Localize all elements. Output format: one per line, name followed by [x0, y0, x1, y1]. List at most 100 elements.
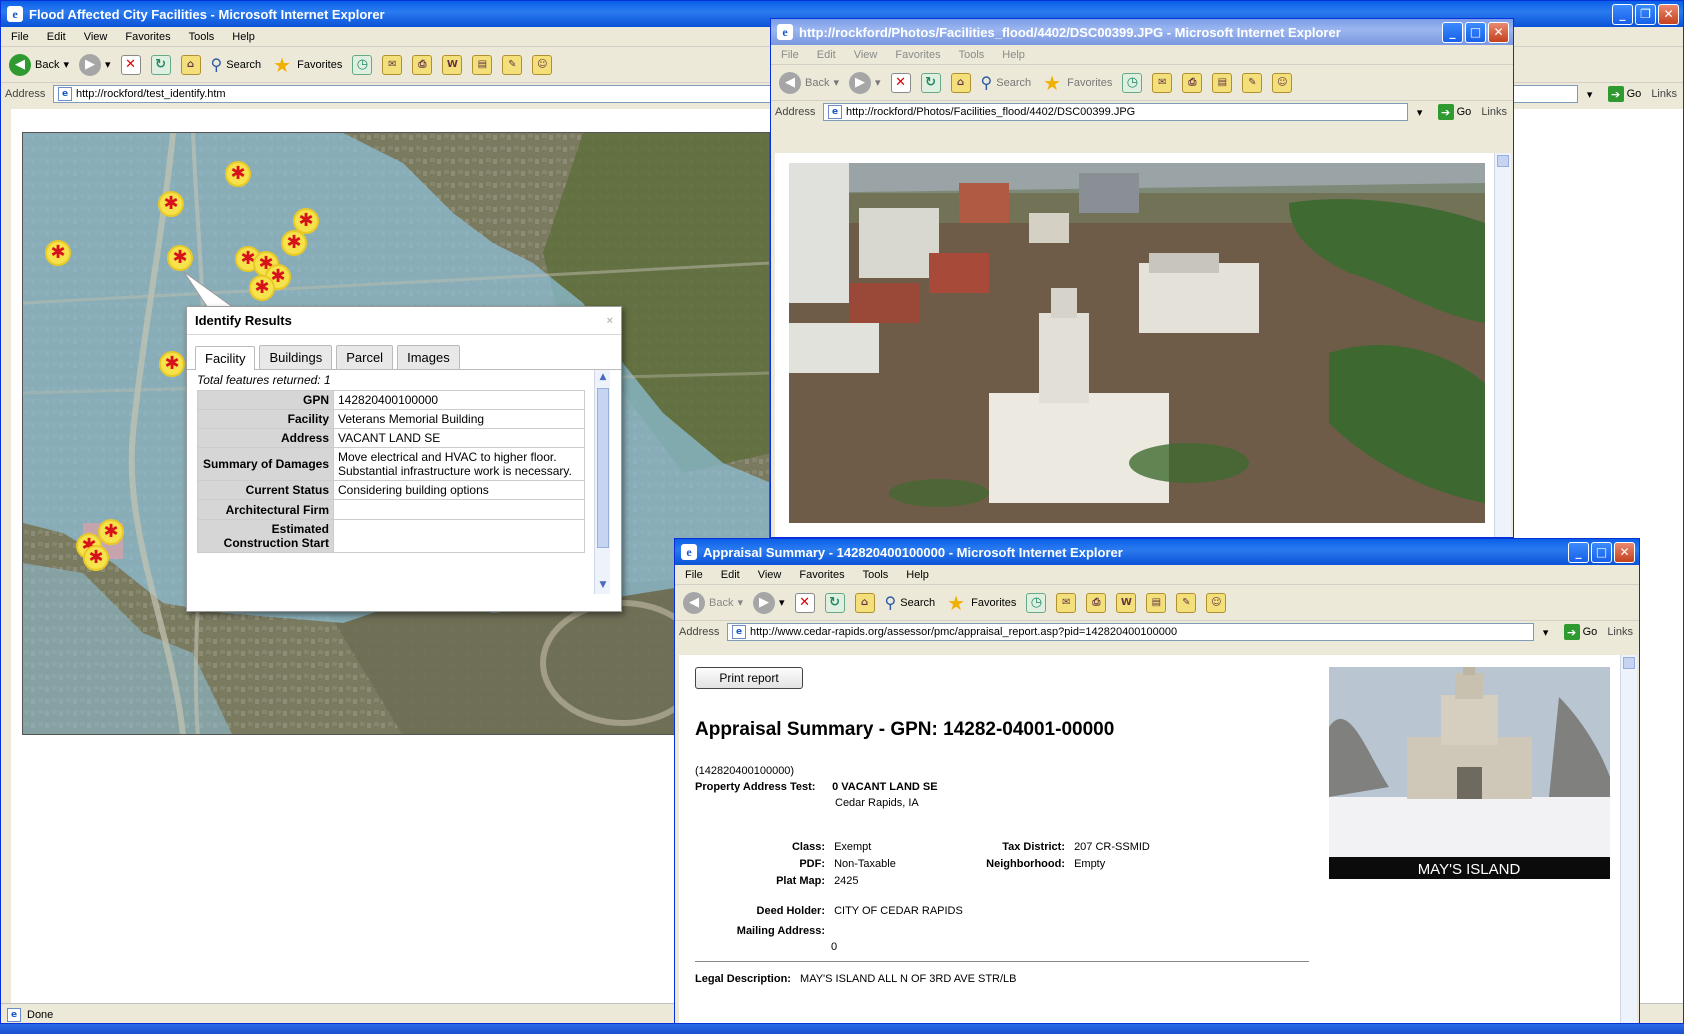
search-button[interactable]: ⚲ Search: [211, 55, 262, 75]
menu-file[interactable]: File: [11, 31, 29, 43]
go-button[interactable]: ➔ Go: [1602, 86, 1648, 102]
tab-facility[interactable]: Facility: [195, 346, 256, 370]
menu-favorites[interactable]: Favorites: [125, 31, 170, 43]
print-report-button[interactable]: Print report: [695, 667, 803, 689]
favorites-button[interactable]: ★ Favorites: [945, 591, 1016, 615]
menu-edit[interactable]: Edit: [47, 31, 66, 43]
back-button[interactable]: ◀ Back ▾: [779, 71, 839, 94]
tab-images[interactable]: Images: [397, 345, 460, 369]
favorites-button[interactable]: ★ Favorites: [271, 53, 342, 77]
maximize-icon[interactable]: □: [1465, 21, 1486, 43]
links-label[interactable]: Links: [1481, 106, 1513, 118]
menu-file[interactable]: File: [685, 569, 703, 581]
menu-file[interactable]: File: [781, 49, 799, 61]
appraisal-address-input[interactable]: e http://www.cedar-rapids.org/assessor/p…: [727, 623, 1534, 641]
menu-favorites[interactable]: Favorites: [799, 569, 844, 581]
research-icon[interactable]: ✎: [1176, 592, 1197, 613]
forward-button[interactable]: ▶ ▾: [753, 591, 785, 614]
address-dropdown-icon[interactable]: ▾: [1538, 626, 1554, 639]
menu-tools[interactable]: Tools: [189, 31, 215, 43]
home-icon[interactable]: ⌂: [180, 54, 201, 75]
photo-scrollbar[interactable]: [1494, 153, 1511, 537]
facility-marker[interactable]: ✱: [45, 240, 71, 266]
menu-tools[interactable]: Tools: [863, 569, 889, 581]
menu-tools[interactable]: Tools: [959, 49, 985, 61]
scroll-up-icon[interactable]: ▲: [597, 372, 609, 384]
menu-help[interactable]: Help: [906, 569, 929, 581]
messenger-icon[interactable]: ☺: [1206, 592, 1227, 613]
minimize-icon[interactable]: _: [1568, 541, 1589, 563]
mail-icon[interactable]: ✉: [1152, 72, 1173, 93]
menu-help[interactable]: Help: [1002, 49, 1025, 61]
refresh-icon[interactable]: ↻: [920, 72, 941, 93]
refresh-icon[interactable]: ↻: [824, 592, 845, 613]
close-icon[interactable]: ×: [607, 315, 613, 327]
facility-marker[interactable]: ✱: [225, 161, 251, 187]
back-button[interactable]: ◀ Back ▾: [9, 53, 69, 76]
close-icon[interactable]: ✕: [1658, 3, 1679, 25]
go-button[interactable]: ➔ Go: [1432, 104, 1478, 120]
back-button[interactable]: ◀ Back ▾: [683, 591, 743, 614]
stop-icon[interactable]: ✕: [120, 54, 141, 75]
home-icon[interactable]: ⌂: [950, 72, 971, 93]
notes-icon[interactable]: ▤: [472, 54, 493, 75]
mail-icon[interactable]: ✉: [1056, 592, 1077, 613]
links-label[interactable]: Links: [1607, 626, 1639, 638]
history-icon[interactable]: ◷: [352, 54, 373, 75]
menu-edit[interactable]: Edit: [817, 49, 836, 61]
messenger-icon[interactable]: ☺: [532, 54, 553, 75]
menu-view[interactable]: View: [758, 569, 782, 581]
forward-button[interactable]: ▶ ▾: [79, 53, 111, 76]
print-icon[interactable]: ⎙: [1182, 72, 1203, 93]
edit-icon[interactable]: W: [1116, 592, 1137, 613]
stop-icon[interactable]: ✕: [794, 592, 815, 613]
notes-icon[interactable]: ▤: [1212, 72, 1233, 93]
photo-titlebar[interactable]: e http://rockford/Photos/Facilities_floo…: [771, 19, 1513, 45]
forward-button[interactable]: ▶ ▾: [849, 71, 881, 94]
refresh-icon[interactable]: ↻: [150, 54, 171, 75]
research-icon[interactable]: ✎: [1242, 72, 1263, 93]
messenger-icon[interactable]: ☺: [1272, 72, 1293, 93]
close-icon[interactable]: ✕: [1488, 21, 1509, 43]
facility-marker[interactable]: ✱: [281, 230, 307, 256]
tab-parcel[interactable]: Parcel: [336, 345, 394, 369]
facility-marker[interactable]: ✱: [249, 275, 275, 301]
facility-marker[interactable]: ✱: [158, 191, 184, 217]
minimize-icon[interactable]: _: [1442, 21, 1463, 43]
minimize-icon[interactable]: _: [1612, 3, 1633, 25]
menu-view[interactable]: View: [84, 31, 108, 43]
photo-address-input[interactable]: e http://rockford/Photos/Facilities_floo…: [823, 103, 1408, 121]
edit-icon[interactable]: W: [442, 54, 463, 75]
appraisal-scrollbar[interactable]: [1620, 655, 1637, 1023]
scroll-up-icon[interactable]: [1497, 155, 1509, 167]
history-icon[interactable]: ◷: [1026, 592, 1047, 613]
tab-buildings[interactable]: Buildings: [259, 345, 333, 369]
maximize-icon[interactable]: □: [1591, 541, 1612, 563]
facility-marker[interactable]: ✱: [83, 545, 109, 571]
restore-icon[interactable]: ❐: [1635, 3, 1656, 25]
menu-favorites[interactable]: Favorites: [895, 49, 940, 61]
scroll-thumb[interactable]: [597, 388, 609, 548]
address-dropdown-icon[interactable]: ▾: [1582, 88, 1598, 101]
research-icon[interactable]: ✎: [502, 54, 523, 75]
print-icon[interactable]: ⎙: [412, 54, 433, 75]
go-button[interactable]: ➔ Go: [1558, 624, 1604, 640]
stop-icon[interactable]: ✕: [890, 72, 911, 93]
address-dropdown-icon[interactable]: ▾: [1412, 106, 1428, 119]
print-icon[interactable]: ⎙: [1086, 592, 1107, 613]
history-icon[interactable]: ◷: [1122, 72, 1143, 93]
notes-icon[interactable]: ▤: [1146, 592, 1167, 613]
facility-marker[interactable]: ✱: [159, 351, 185, 377]
facility-marker[interactable]: ✱: [98, 519, 124, 545]
home-icon[interactable]: ⌂: [854, 592, 875, 613]
appraisal-titlebar[interactable]: e Appraisal Summary - 142820400100000 - …: [675, 539, 1639, 565]
menu-view[interactable]: View: [854, 49, 878, 61]
menu-help[interactable]: Help: [232, 31, 255, 43]
favorites-button[interactable]: ★ Favorites: [1041, 71, 1112, 95]
identify-scrollbar[interactable]: ▲ ▼: [594, 370, 610, 594]
menu-edit[interactable]: Edit: [721, 569, 740, 581]
links-label[interactable]: Links: [1651, 88, 1683, 100]
search-button[interactable]: ⚲ Search: [885, 593, 936, 613]
search-button[interactable]: ⚲ Search: [981, 73, 1032, 93]
scroll-up-icon[interactable]: [1623, 657, 1635, 669]
